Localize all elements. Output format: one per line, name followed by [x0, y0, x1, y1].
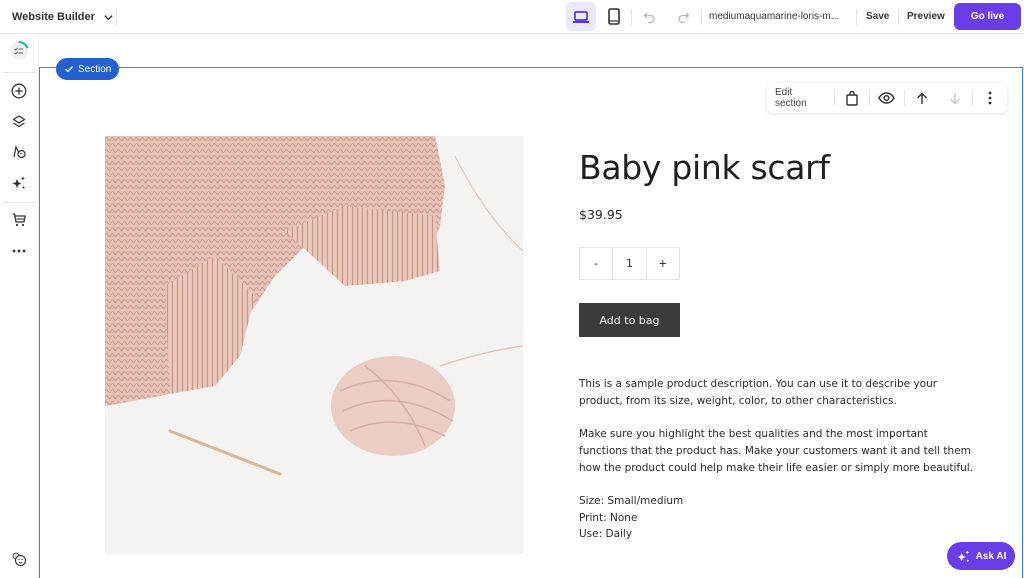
arrow-down-icon [950, 92, 961, 104]
sidebar-item-store[interactable] [7, 208, 31, 232]
site-name[interactable]: mediumaquamarine-loris-m... [709, 0, 839, 34]
quantity-stepper: - 1 + [579, 247, 680, 280]
preview-button[interactable]: Preview [907, 0, 945, 34]
section-badge-label: Section [78, 63, 112, 75]
product-price: $39.95 [579, 207, 623, 222]
sidebar-item-layers[interactable] [7, 110, 31, 134]
ask-ai-button[interactable]: Ask AI [947, 542, 1015, 570]
description-paragraph: Make sure you highlight the best qualiti… [579, 428, 974, 474]
sparkles-icon [12, 176, 25, 189]
divider [631, 9, 632, 25]
undo-icon [643, 12, 655, 23]
product-image[interactable] [105, 136, 523, 554]
quantity-input[interactable]: 1 [612, 248, 645, 279]
product-photo-illustration [105, 136, 523, 554]
laptop-icon [573, 10, 589, 23]
phone-icon [608, 8, 620, 25]
arrow-up-icon [916, 92, 927, 104]
desktop-view-button[interactable] [566, 2, 596, 31]
sidebar-item-add[interactable] [7, 79, 31, 103]
spec-use: Use: Daily [579, 528, 633, 541]
edit-section-button[interactable]: Edit section [767, 87, 834, 109]
divider [898, 9, 899, 25]
move-down-button[interactable] [939, 83, 973, 113]
redo-button[interactable] [670, 2, 696, 31]
app-title-menu[interactable]: Website Builder [12, 0, 114, 34]
left-sidebar [0, 34, 39, 578]
shopping-bag-icon [846, 90, 858, 106]
sidebar-item-more[interactable] [7, 239, 31, 263]
product-title: Baby pink scarf [579, 148, 830, 187]
sidebar-item-styles[interactable] [7, 140, 31, 164]
quantity-increase-button[interactable]: + [645, 248, 679, 279]
top-bar: Website Builder mediumaquamarine-loris-m… [0, 0, 1024, 34]
divider [856, 9, 857, 25]
sidebar-item-progress-checklist[interactable] [7, 39, 31, 63]
add-to-bag-button[interactable]: Add to bag [579, 303, 680, 337]
plus-circle-icon [11, 83, 27, 99]
undo-button[interactable] [636, 2, 662, 31]
divider [116, 8, 117, 26]
product-description: This is a sample product description. Yo… [579, 376, 979, 543]
divider [3, 202, 36, 203]
cart-icon [12, 213, 26, 227]
more-vertical-icon [988, 91, 992, 105]
spec-size: Size: Small/medium [579, 494, 684, 507]
hide-section-button[interactable] [870, 83, 904, 113]
spec-print: Print: None [579, 511, 638, 524]
chevron-down-icon [104, 14, 113, 20]
ask-ai-label: Ask AI [975, 550, 1007, 562]
quantity-decrease-button[interactable]: - [580, 248, 612, 279]
sidebar-item-help[interactable] [7, 547, 31, 571]
help-face-icon [12, 552, 27, 567]
paint-palette-icon [13, 145, 26, 159]
app-title: Website Builder [12, 11, 95, 23]
checklist-progress-icon [10, 40, 29, 60]
section-badge[interactable]: Section [56, 58, 120, 80]
sparkles-icon [957, 549, 969, 562]
more-options-button[interactable] [973, 83, 1007, 113]
divider [701, 9, 702, 25]
description-paragraph: This is a sample product description. Yo… [579, 378, 938, 407]
more-dots-icon [12, 249, 26, 253]
divider [3, 72, 36, 73]
eye-icon [878, 92, 896, 104]
section-edit-toolbar: Edit section [767, 83, 1007, 113]
check-icon [65, 66, 74, 73]
go-live-button[interactable]: Go live [954, 3, 1021, 30]
layers-icon [12, 115, 26, 128]
sidebar-item-ai-tools[interactable] [7, 171, 31, 195]
store-settings-button[interactable] [835, 83, 869, 113]
mobile-view-button[interactable] [599, 2, 629, 31]
move-up-button[interactable] [905, 83, 939, 113]
redo-icon [677, 12, 689, 23]
save-button[interactable]: Save [866, 0, 889, 34]
